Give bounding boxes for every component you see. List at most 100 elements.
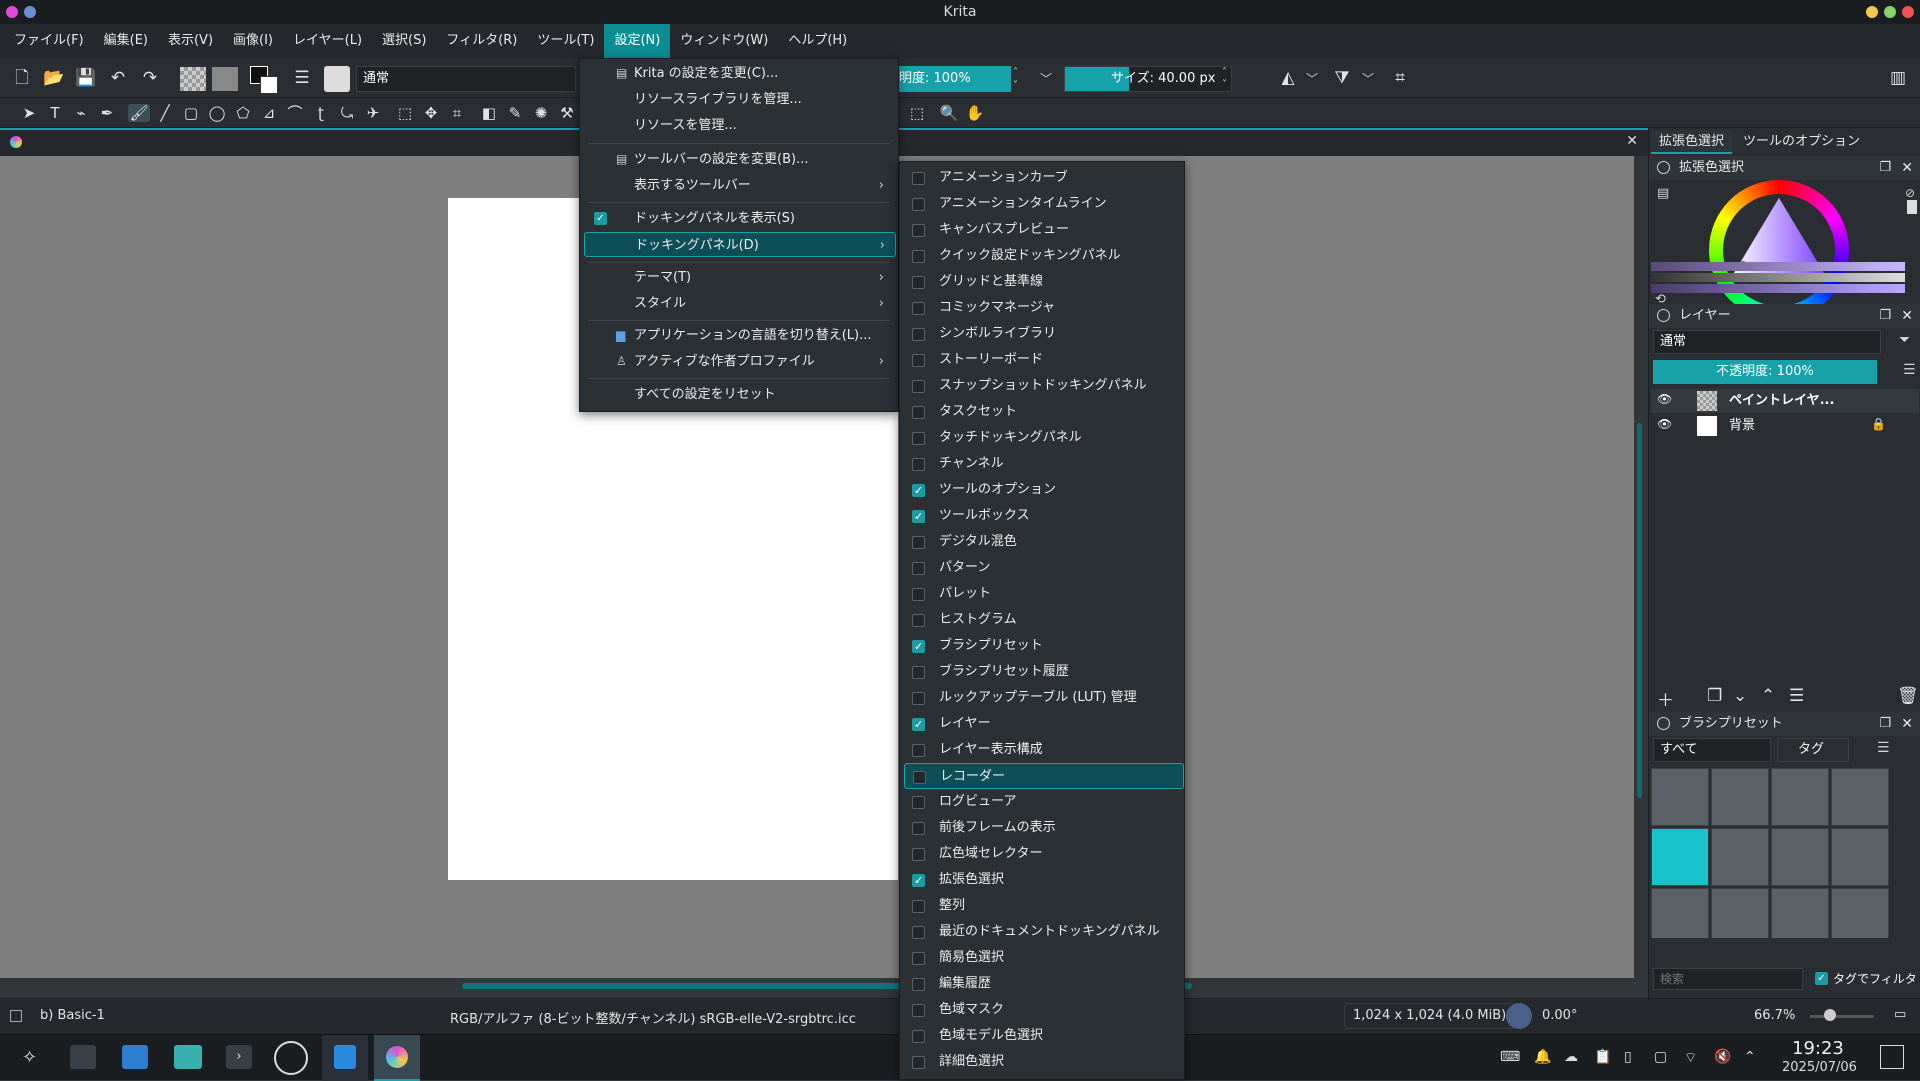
color-slider-saturation[interactable] [1651, 284, 1905, 293]
brush-preset[interactable] [1711, 828, 1769, 886]
crop-tool-icon[interactable]: ⬚ [394, 104, 416, 122]
battery-icon[interactable]: ▯ [1624, 1049, 1632, 1065]
menu-item-resource-library[interactable]: リソースライブラリを管理... [584, 87, 894, 112]
add-layer-icon[interactable]: ＋ [1657, 686, 1674, 711]
vscode-task[interactable] [322, 1035, 368, 1081]
notification-icon[interactable]: 🔔 [1534, 1049, 1551, 1065]
menu-select[interactable]: 選択(S) [372, 24, 436, 58]
brush-preset[interactable] [1711, 888, 1769, 938]
line-tool-icon[interactable]: ╱ [154, 104, 176, 122]
menu-window[interactable]: ウィンドウ(W) [670, 24, 778, 58]
app-launcher-icon[interactable]: ✧ [22, 1047, 37, 1068]
layer-blend-mode-select[interactable]: 通常 [1653, 330, 1881, 354]
clipboard-icon[interactable]: 📋 [1594, 1049, 1611, 1065]
menu-item-style[interactable]: スタイル › [584, 291, 894, 316]
move-up-icon[interactable]: ⌃ [1761, 686, 1775, 706]
krita-task[interactable] [374, 1035, 420, 1081]
menu-tools[interactable]: ツール(T) [527, 24, 604, 58]
brush-preset[interactable] [1831, 768, 1889, 826]
smart-patch-icon[interactable]: ✺ [530, 104, 552, 122]
docker-menu-item[interactable]: 拡張色選択 [904, 867, 1184, 894]
brush-settings-icon[interactable]: ☰ [290, 68, 314, 88]
docker-menu-item[interactable]: キャンバスプレビュー [904, 217, 1184, 243]
menu-view[interactable]: 表示(V) [158, 24, 223, 58]
ellipse-tool-icon[interactable]: ◯ [206, 104, 228, 122]
lock-icon[interactable]: 🔒 [1871, 417, 1886, 431]
save-icon[interactable]: 💾 [74, 68, 98, 88]
color-triangle[interactable] [1709, 180, 1849, 320]
menu-item-themes[interactable]: テーマ(T) › [584, 265, 894, 290]
tab-tool-options[interactable]: ツールのオプション [1735, 130, 1868, 154]
docker-menu-item[interactable]: ヒストグラム [904, 607, 1184, 633]
image-size-info[interactable]: 1,024 x 1,024 (4.0 MiB) [1344, 1003, 1516, 1029]
freehand-brush-icon[interactable]: 🖌 [128, 104, 150, 122]
layer-opacity-slider[interactable]: 不透明度: 100% [1653, 360, 1877, 384]
tray-expand-icon[interactable]: ⌃ [1744, 1049, 1756, 1065]
close-icon[interactable]: ✕ [1901, 304, 1913, 328]
text-tool-icon[interactable]: T [44, 104, 66, 122]
docker-menu-item[interactable]: 色域モデル色選択 [904, 1023, 1184, 1049]
docker-menu-item[interactable]: ツールボックス [904, 503, 1184, 530]
volume-muted-icon[interactable]: 🔇 [1714, 1049, 1731, 1065]
layer-row[interactable]: 👁 背景 🔒 [1651, 414, 1919, 438]
mirror-vertical-icon[interactable]: ⧩ [1330, 68, 1354, 88]
lock-icon[interactable] [1657, 717, 1670, 730]
similar-select-icon[interactable]: ⬚ [906, 104, 928, 122]
float-icon[interactable]: ❐ [1879, 712, 1891, 736]
store-icon[interactable] [122, 1045, 148, 1069]
keyboard-icon[interactable]: ⌨ [1500, 1049, 1520, 1065]
menu-item-configure-toolbars[interactable]: ▤ ツールバーの設定を変更(B)... [584, 147, 894, 172]
menu-item-switch-language[interactable]: ▆ アプリケーションの言語を切り替え(L)... [584, 323, 894, 348]
opacity-spin-icon[interactable]: ˄ ˅ [1013, 66, 1027, 92]
docker-menu-item[interactable]: 編集履歴 [904, 971, 1184, 997]
menu-icon[interactable]: ☰ [1877, 740, 1890, 756]
brush-preset[interactable] [1651, 768, 1709, 826]
brush-tag-select[interactable]: タグ [1777, 738, 1849, 762]
close-document-icon[interactable]: ✕ [1626, 133, 1638, 149]
menu-layer[interactable]: レイヤー(L) [283, 24, 372, 58]
close-icon[interactable]: ✕ [1901, 156, 1913, 180]
redo-icon[interactable]: ↷ [138, 68, 162, 88]
color-slider-hue[interactable] [1651, 262, 1905, 271]
lock-icon[interactable] [1657, 161, 1670, 174]
docker-menu-item[interactable]: パレット [904, 581, 1184, 607]
brush-preset[interactable] [1651, 888, 1709, 938]
no-color-icon[interactable]: ⊘ [1905, 186, 1915, 200]
chevron-down-icon[interactable]: ﹀ [1040, 70, 1052, 87]
visibility-eye-icon[interactable]: 👁 [1657, 392, 1672, 406]
docker-menu-item[interactable]: ストーリーボード [904, 347, 1184, 373]
gradient-tool-icon[interactable]: ◧ [478, 104, 500, 122]
wifi-icon[interactable]: ⌔ [1684, 1049, 1697, 1067]
clock-time[interactable]: 19:23 [1792, 1038, 1844, 1059]
brush-search-input[interactable] [1653, 968, 1803, 990]
docker-menu-item[interactable]: シンボルライブラリ [904, 321, 1184, 347]
menu-item-reset-settings[interactable]: すべての設定をリセット [584, 382, 894, 407]
wrap-around-icon[interactable]: ⌗ [1388, 68, 1412, 88]
new-document-icon[interactable]: 🗋 [10, 68, 34, 88]
brush-preset-selected[interactable] [1651, 828, 1709, 886]
brush-preset[interactable] [1771, 888, 1829, 938]
docker-menu-item[interactable]: スナップショットドッキングパネル [904, 373, 1184, 399]
zoom-slider-handle[interactable] [1824, 1009, 1836, 1021]
gradient-selector[interactable] [180, 67, 206, 91]
docker-menu-item[interactable]: デジタル混色 [904, 529, 1184, 555]
show-desktop-icon[interactable] [1880, 1045, 1904, 1069]
docker-menu-item[interactable]: ルックアップテーブル (LUT) 管理 [904, 685, 1184, 711]
zoom-slider[interactable] [1810, 1015, 1874, 1018]
docker-menu-item[interactable]: アニメーションタイムライン [904, 191, 1184, 217]
brush-filter-select[interactable]: すべて [1653, 738, 1771, 762]
edit-shapes-icon[interactable]: ⌁ [70, 104, 92, 122]
maximize-button[interactable] [1884, 6, 1896, 18]
bezier-tool-icon[interactable]: ⌒ [284, 104, 306, 122]
polyline-tool-icon[interactable]: ⊿ [258, 104, 280, 122]
menu-item-author-profile[interactable]: ♙ アクティブな作者プロファイル › [584, 349, 894, 374]
docker-menu-item[interactable]: ブラシプリセット履歴 [904, 659, 1184, 685]
docker-menu-item[interactable]: 簡易色選択 [904, 945, 1184, 971]
device-icon[interactable]: ▢ [1654, 1049, 1667, 1065]
assistant-tool-icon[interactable]: ⚒ [556, 104, 578, 122]
docker-menu-item[interactable]: アニメーションカーブ [904, 165, 1184, 191]
opacity-slider[interactable]: 明度: 100% [895, 66, 1011, 92]
menu-file[interactable]: ファイル(F) [4, 24, 94, 58]
brush-preset[interactable] [1771, 828, 1829, 886]
menu-item-show-dockers[interactable]: ✓ ドッキングパネルを表示(S) [584, 206, 894, 231]
